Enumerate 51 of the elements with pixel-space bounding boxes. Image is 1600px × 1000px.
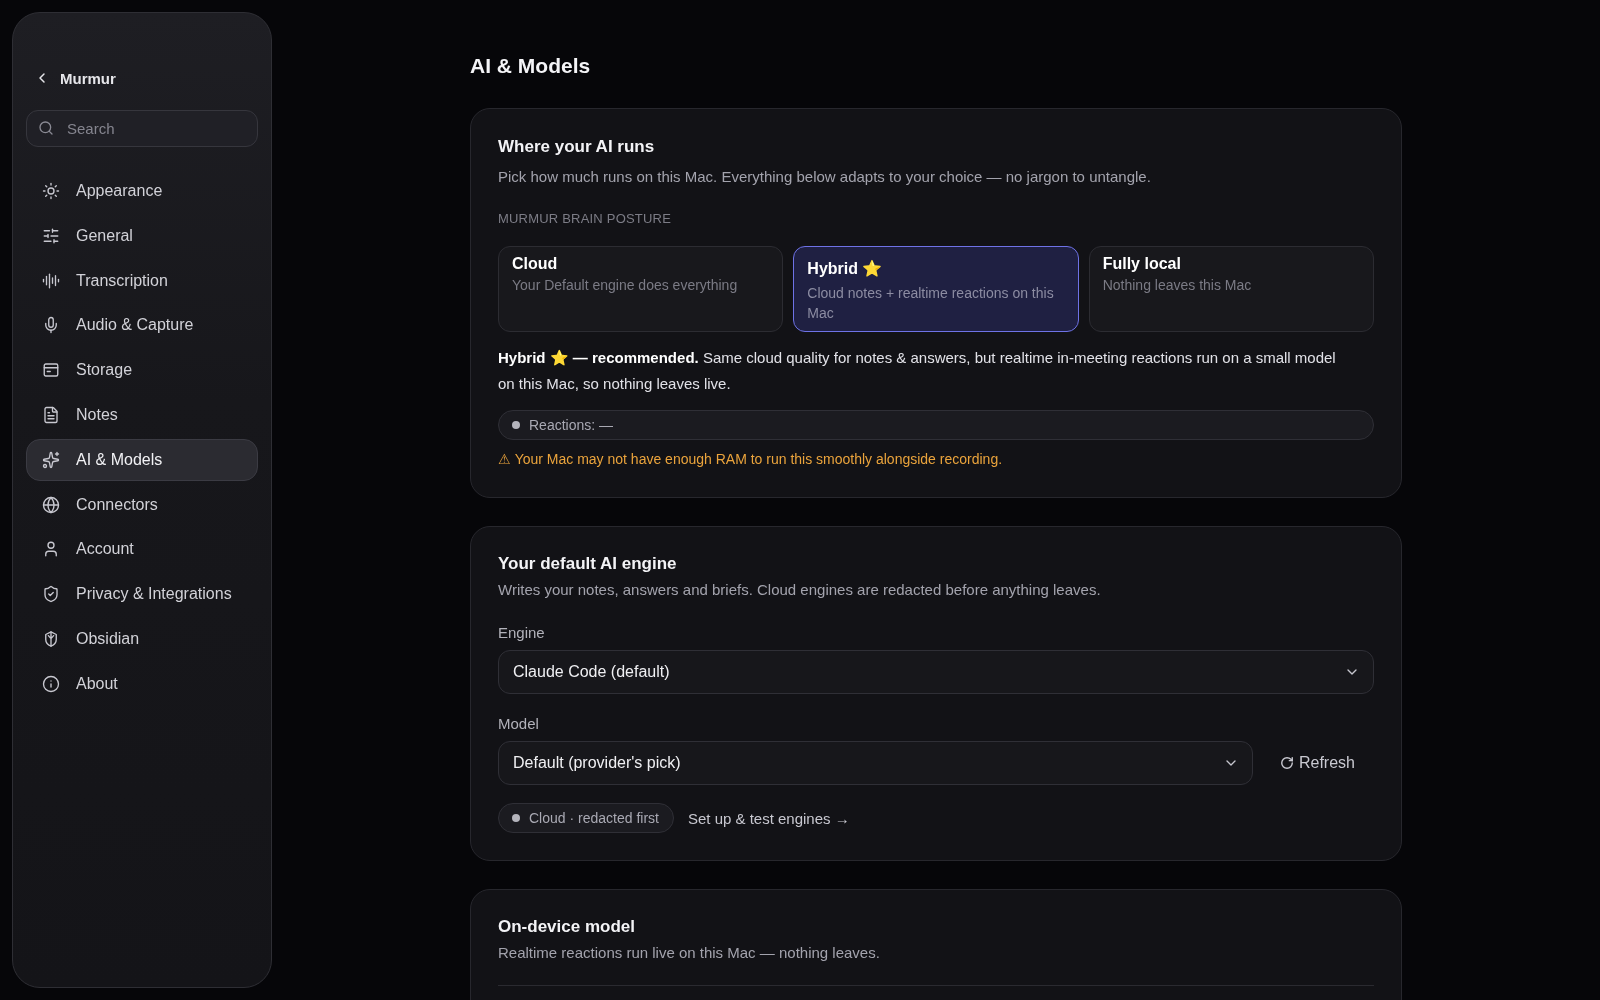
info-icon [42,674,60,693]
sliders-icon [42,226,60,245]
page-title: AI & Models [470,53,592,79]
sidebar-item[interactable]: Notes [26,394,258,436]
sidebar-item[interactable]: Appearance [26,170,258,212]
recommendation-text: Hybrid ⭐ — recommended. Same cloud quality for notes & answers, but realtime in-meeting reactions run on a small model on this Mac, so nothing leaves live. [498,348,1337,394]
sidebar-item[interactable]: Account [26,528,258,571]
search-field[interactable]: Search [26,110,258,147]
card-title: On-device model [498,916,636,938]
posture-option[interactable]: Hybrid ⭐ Cloud notes + realtime reactions on this Mac [793,246,1079,332]
waveform-icon [42,271,60,290]
document-icon [42,406,60,424]
search-icon [38,120,54,136]
sidebar-item[interactable]: Storage [26,349,258,392]
sidebar-item[interactable]: Audio & Capture [26,304,258,347]
engine-select[interactable]: Claude Code (default) [498,650,1374,694]
sidebar-item[interactable]: Connectors [26,483,258,526]
card-icon [42,361,60,380]
field-label: Model [498,714,540,734]
setup-engines-link[interactable]: Set up & test engines → [687,809,850,827]
sparkle-icon [42,450,60,469]
sidebar-item[interactable]: AI & Models [26,438,258,481]
status-dot-icon [512,814,520,822]
shield-check-icon [42,585,60,604]
microphone-icon [42,316,60,335]
sidebar-item[interactable]: General [26,214,258,257]
sidebar-item[interactable]: Privacy & Integrations [26,573,258,616]
shield-icon [42,629,60,648]
card-description: Writes your notes, answers and briefs. Cloud engines are redacted before anything leaves. [498,580,1102,600]
sun-icon [42,182,60,200]
card-title: Your default AI engine [498,553,678,575]
field-label: Engine [498,623,546,643]
globe-icon [42,495,60,514]
refresh-button[interactable]: Refresh [1265,741,1374,785]
section-label: MURMUR BRAIN POSTURE [498,210,672,228]
circular-arrow-icon [1279,756,1294,770]
status-dot-icon [512,421,520,429]
model-select[interactable]: Default (provider's pick) [498,741,1253,785]
card-description: Realtime reactions run live on this Mac — nothing leaves. [498,943,881,963]
warning-text: ⚠ Your Mac may not have enough RAM to run this smoothly alongside recording. [498,450,1004,469]
sidebar-item[interactable]: Obsidian [26,617,258,660]
card-description: Pick how much runs on this Mac. Everything below adapts to your choice — no jargon to untangle. [498,167,1152,187]
sidebar-item[interactable]: About [26,662,258,705]
status-text: Reactions: — [529,417,614,433]
card-title: Where your AI runs [498,136,656,158]
person-icon [42,540,60,559]
sidebar-item[interactable]: Transcription [26,259,258,302]
status-text: Cloud · redacted first [529,810,659,826]
posture-option[interactable]: Fully local Nothing leaves this Mac [1088,246,1374,332]
back-button[interactable]: Murmur [26,67,116,89]
posture-option[interactable]: Cloud Your Default engine does everything [498,246,784,332]
